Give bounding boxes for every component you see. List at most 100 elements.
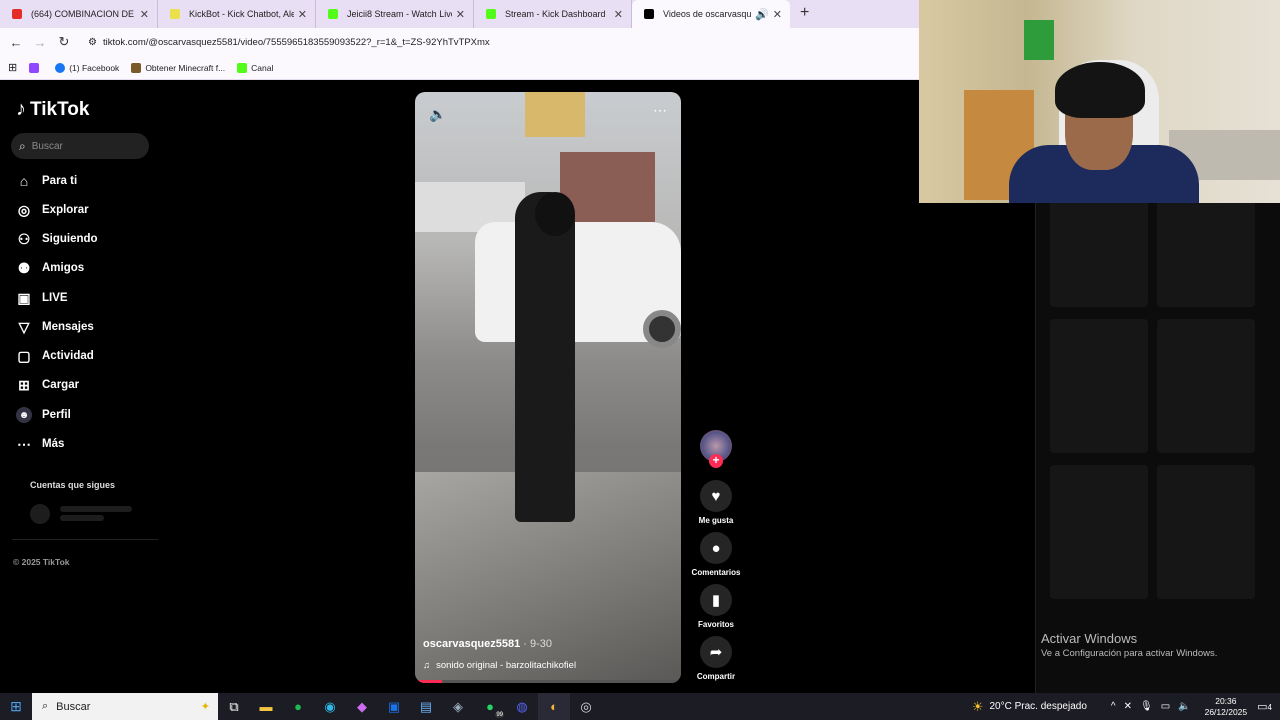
notifications-icon[interactable]: ▭4 (1257, 700, 1272, 713)
video-thumbnail[interactable] (1157, 465, 1255, 599)
forward-icon[interactable]: → (28, 35, 52, 50)
browser-tab[interactable]: (664) COMBINACION DE LA HA ✕ (0, 0, 158, 28)
webcam-overlay (919, 0, 1280, 203)
video-thumbnail[interactable] (1050, 465, 1148, 599)
volume-icon[interactable]: 🔈 (1178, 701, 1190, 712)
video-thumbnail[interactable] (1157, 319, 1255, 453)
friends-icon: ⚉ (17, 259, 31, 276)
nav-item-perfil[interactable]: ☻ Perfil (16, 407, 71, 423)
divider (12, 539, 158, 540)
chrome-icon[interactable]: ◐ (538, 693, 570, 720)
nav-item-amigos[interactable]: ⚉ Amigos (16, 260, 84, 276)
nav-item-mensajes[interactable]: ▽ Mensajes (16, 319, 94, 335)
bookmark-item[interactable]: (1) Facebook (55, 62, 120, 73)
store-icon[interactable]: ▤ (410, 693, 442, 720)
activity-icon: ▢ (17, 347, 31, 364)
share-label: Compartir (696, 672, 736, 681)
nav-item-actividad[interactable]: ▢ Actividad (16, 347, 93, 364)
task-view-icon[interactable]: ⧉ (218, 693, 250, 720)
nav-item-explorar[interactable]: ◎ Explorar (16, 202, 89, 218)
nav-item-live[interactable]: ▣ LIVE (16, 290, 68, 306)
search-icon: ⌕ (42, 700, 49, 712)
comments-button[interactable]: ● Comentarios (690, 532, 742, 577)
search-placeholder: Buscar (31, 140, 63, 152)
nav-label: Explorar (42, 204, 89, 216)
bookmark-label: (1) Facebook (69, 62, 120, 73)
nav-item-mas[interactable]: ⋯ Más (16, 436, 64, 452)
video-progress-bar[interactable] (415, 680, 681, 683)
microphone-icon[interactable]: 🎙 (1140, 701, 1153, 712)
browser-tab[interactable]: Stream - Kick Dashboard ✕ (474, 0, 632, 28)
bookmark-item[interactable]: Obtener Minecraft f... (131, 62, 225, 73)
nav-item-cargar[interactable]: ⊞ Cargar (16, 377, 79, 393)
nav-label: Cargar (42, 379, 80, 391)
discord-icon[interactable]: ◍ (506, 693, 538, 720)
browser-toolbar: ← → ↻ ⚙ tiktok.com/@oscarvasquez5581/vid… (0, 28, 919, 56)
following-skeleton (30, 503, 132, 524)
nav-item-para-ti[interactable]: ⌂ Para ti (16, 173, 77, 189)
video-thumbnail[interactable] (1050, 319, 1148, 453)
steam-icon[interactable]: ◈ (442, 693, 474, 720)
close-icon[interactable]: ✕ (140, 8, 149, 21)
obs-icon[interactable]: ◎ (570, 693, 602, 720)
wifi-icon[interactable]: ▭ (1161, 701, 1170, 712)
nav-label: Perfil (42, 409, 71, 421)
edge-icon[interactable]: ◉ (314, 693, 346, 720)
whatsapp-icon[interactable]: ● 99 (474, 693, 506, 720)
share-button[interactable]: ➦ Compartir (690, 636, 742, 681)
close-icon[interactable]: ✕ (298, 8, 307, 21)
nav-item-siguiendo[interactable]: ⚇ Siguiendo (16, 231, 98, 247)
taskbar-search-label: Buscar (56, 700, 91, 713)
address-bar[interactable]: ⚙ tiktok.com/@oscarvasquez5581/video/755… (80, 31, 915, 53)
outlook-icon[interactable]: ▣ (378, 693, 410, 720)
close-icon[interactable]: ✕ (614, 8, 623, 21)
kick-icon (328, 9, 338, 19)
bookmark-icon: ▮ (700, 584, 732, 616)
copilot-icon[interactable]: ◆ (346, 693, 378, 720)
apps-icon[interactable]: ⊞ (8, 61, 17, 74)
windows-start-icon[interactable]: ⊞ (0, 698, 32, 715)
site-info-icon[interactable]: ⚙ (88, 37, 97, 48)
home-icon: ⌂ (19, 173, 29, 189)
browser-tab[interactable]: Jeicii8 Stream - Watch Live on K ✕ (316, 0, 474, 28)
speaker-icon[interactable]: 🔊 (755, 8, 769, 21)
file-explorer-icon[interactable]: ▬ (250, 693, 282, 720)
twitch-icon (29, 62, 40, 73)
tiktok-icon (644, 9, 654, 19)
nav-label: Más (42, 438, 65, 450)
video-sound[interactable]: ♫ sonido original - barzolitachikofiel (423, 660, 576, 671)
video-person-head (535, 192, 575, 236)
tab-strip: (664) COMBINACION DE LA HA ✕ KickBot - Ki… (0, 0, 919, 28)
nav-label: LIVE (42, 292, 68, 304)
close-icon[interactable]: ✕ (773, 8, 782, 21)
video-billboard (525, 92, 585, 137)
chevron-up-icon[interactable]: ^ (1111, 701, 1116, 712)
like-button[interactable]: ♥ Me gusta (690, 480, 742, 525)
browser-tab-active[interactable]: Videos de oscarvasquez5581🔊 ✕ (632, 0, 790, 28)
video-author[interactable]: oscarvasquez5581 · 9-30 (423, 638, 552, 650)
author-name: oscarvasquez5581 (423, 638, 521, 650)
taskbar-search[interactable]: ⌕ Buscar ✦ (32, 693, 218, 720)
weather-widget[interactable]: ☀ 20°C Prac. despejado (972, 699, 1087, 715)
music-note-icon: ♫ (423, 660, 431, 671)
reload-icon[interactable]: ↻ (52, 34, 76, 50)
search-input[interactable]: ⌕ Buscar (11, 133, 149, 159)
bookmark-item[interactable]: Canal (237, 62, 273, 73)
clock[interactable]: 20:36 26/12/2025 (1205, 696, 1248, 718)
volume-icon[interactable]: 🔈 (429, 106, 446, 123)
video-wheel (643, 310, 681, 348)
tab-title: (664) COMBINACION DE LA HA (31, 9, 136, 19)
more-options-icon[interactable]: ⋯ (653, 102, 667, 119)
follow-plus-icon[interactable]: + (709, 454, 723, 468)
back-icon[interactable]: ← (4, 35, 28, 50)
new-tab-button[interactable]: + (800, 0, 809, 28)
video-player[interactable]: 🔈 ⋯ oscarvasquez5581 · 9-30 ♫ sonido orig… (415, 92, 681, 683)
spotify-icon[interactable]: ● (282, 693, 314, 720)
tiktok-logo[interactable]: ♪ TikTok (16, 98, 89, 121)
bookmark-item[interactable] (29, 62, 43, 73)
browser-tab[interactable]: KickBot - Kick Chatbot, Alerts, T ✕ (158, 0, 316, 28)
system-tray: ☀ 20°C Prac. despejado ^ ✕ 🎙 ▭ 🔈 20:36 26/… (972, 693, 1280, 720)
favorites-button[interactable]: ▮ Favoritos (690, 584, 742, 629)
network-icon[interactable]: ✕ (1124, 701, 1132, 712)
close-icon[interactable]: ✕ (456, 8, 465, 21)
